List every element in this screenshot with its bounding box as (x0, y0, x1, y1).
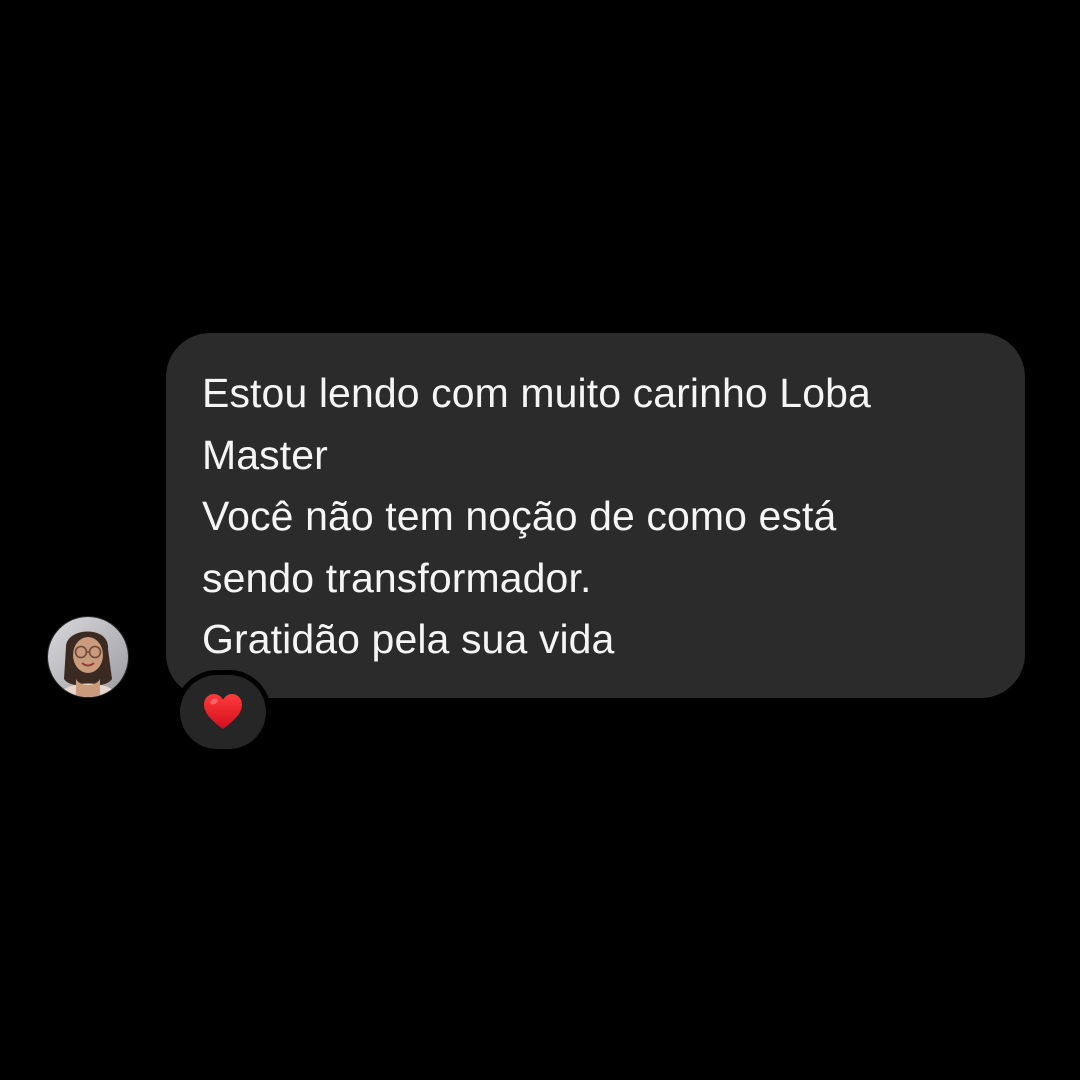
message-text-line: Você não tem noção de como está (202, 493, 837, 539)
user-photo-avatar-icon (48, 617, 128, 697)
red-heart-icon (204, 694, 242, 729)
message-text-line: Estou lendo com muito carinho Loba (202, 370, 871, 416)
message-bubble[interactable]: Estou lendo com muito carinho Loba Maste… (166, 333, 1025, 698)
reaction-badge[interactable] (175, 670, 271, 754)
sender-avatar[interactable] (48, 617, 128, 697)
message-text-line: sendo transformador. (202, 554, 592, 601)
message-text-line: Gratidão pela sua vida (202, 616, 615, 662)
message-text-line: Master (202, 431, 328, 478)
chat-thread: Estou lendo com muito carinho Loba Maste… (0, 0, 1080, 1080)
incoming-message-row: Estou lendo com muito carinho Loba Maste… (0, 0, 1080, 1080)
reaction-badge-inner (180, 675, 266, 749)
